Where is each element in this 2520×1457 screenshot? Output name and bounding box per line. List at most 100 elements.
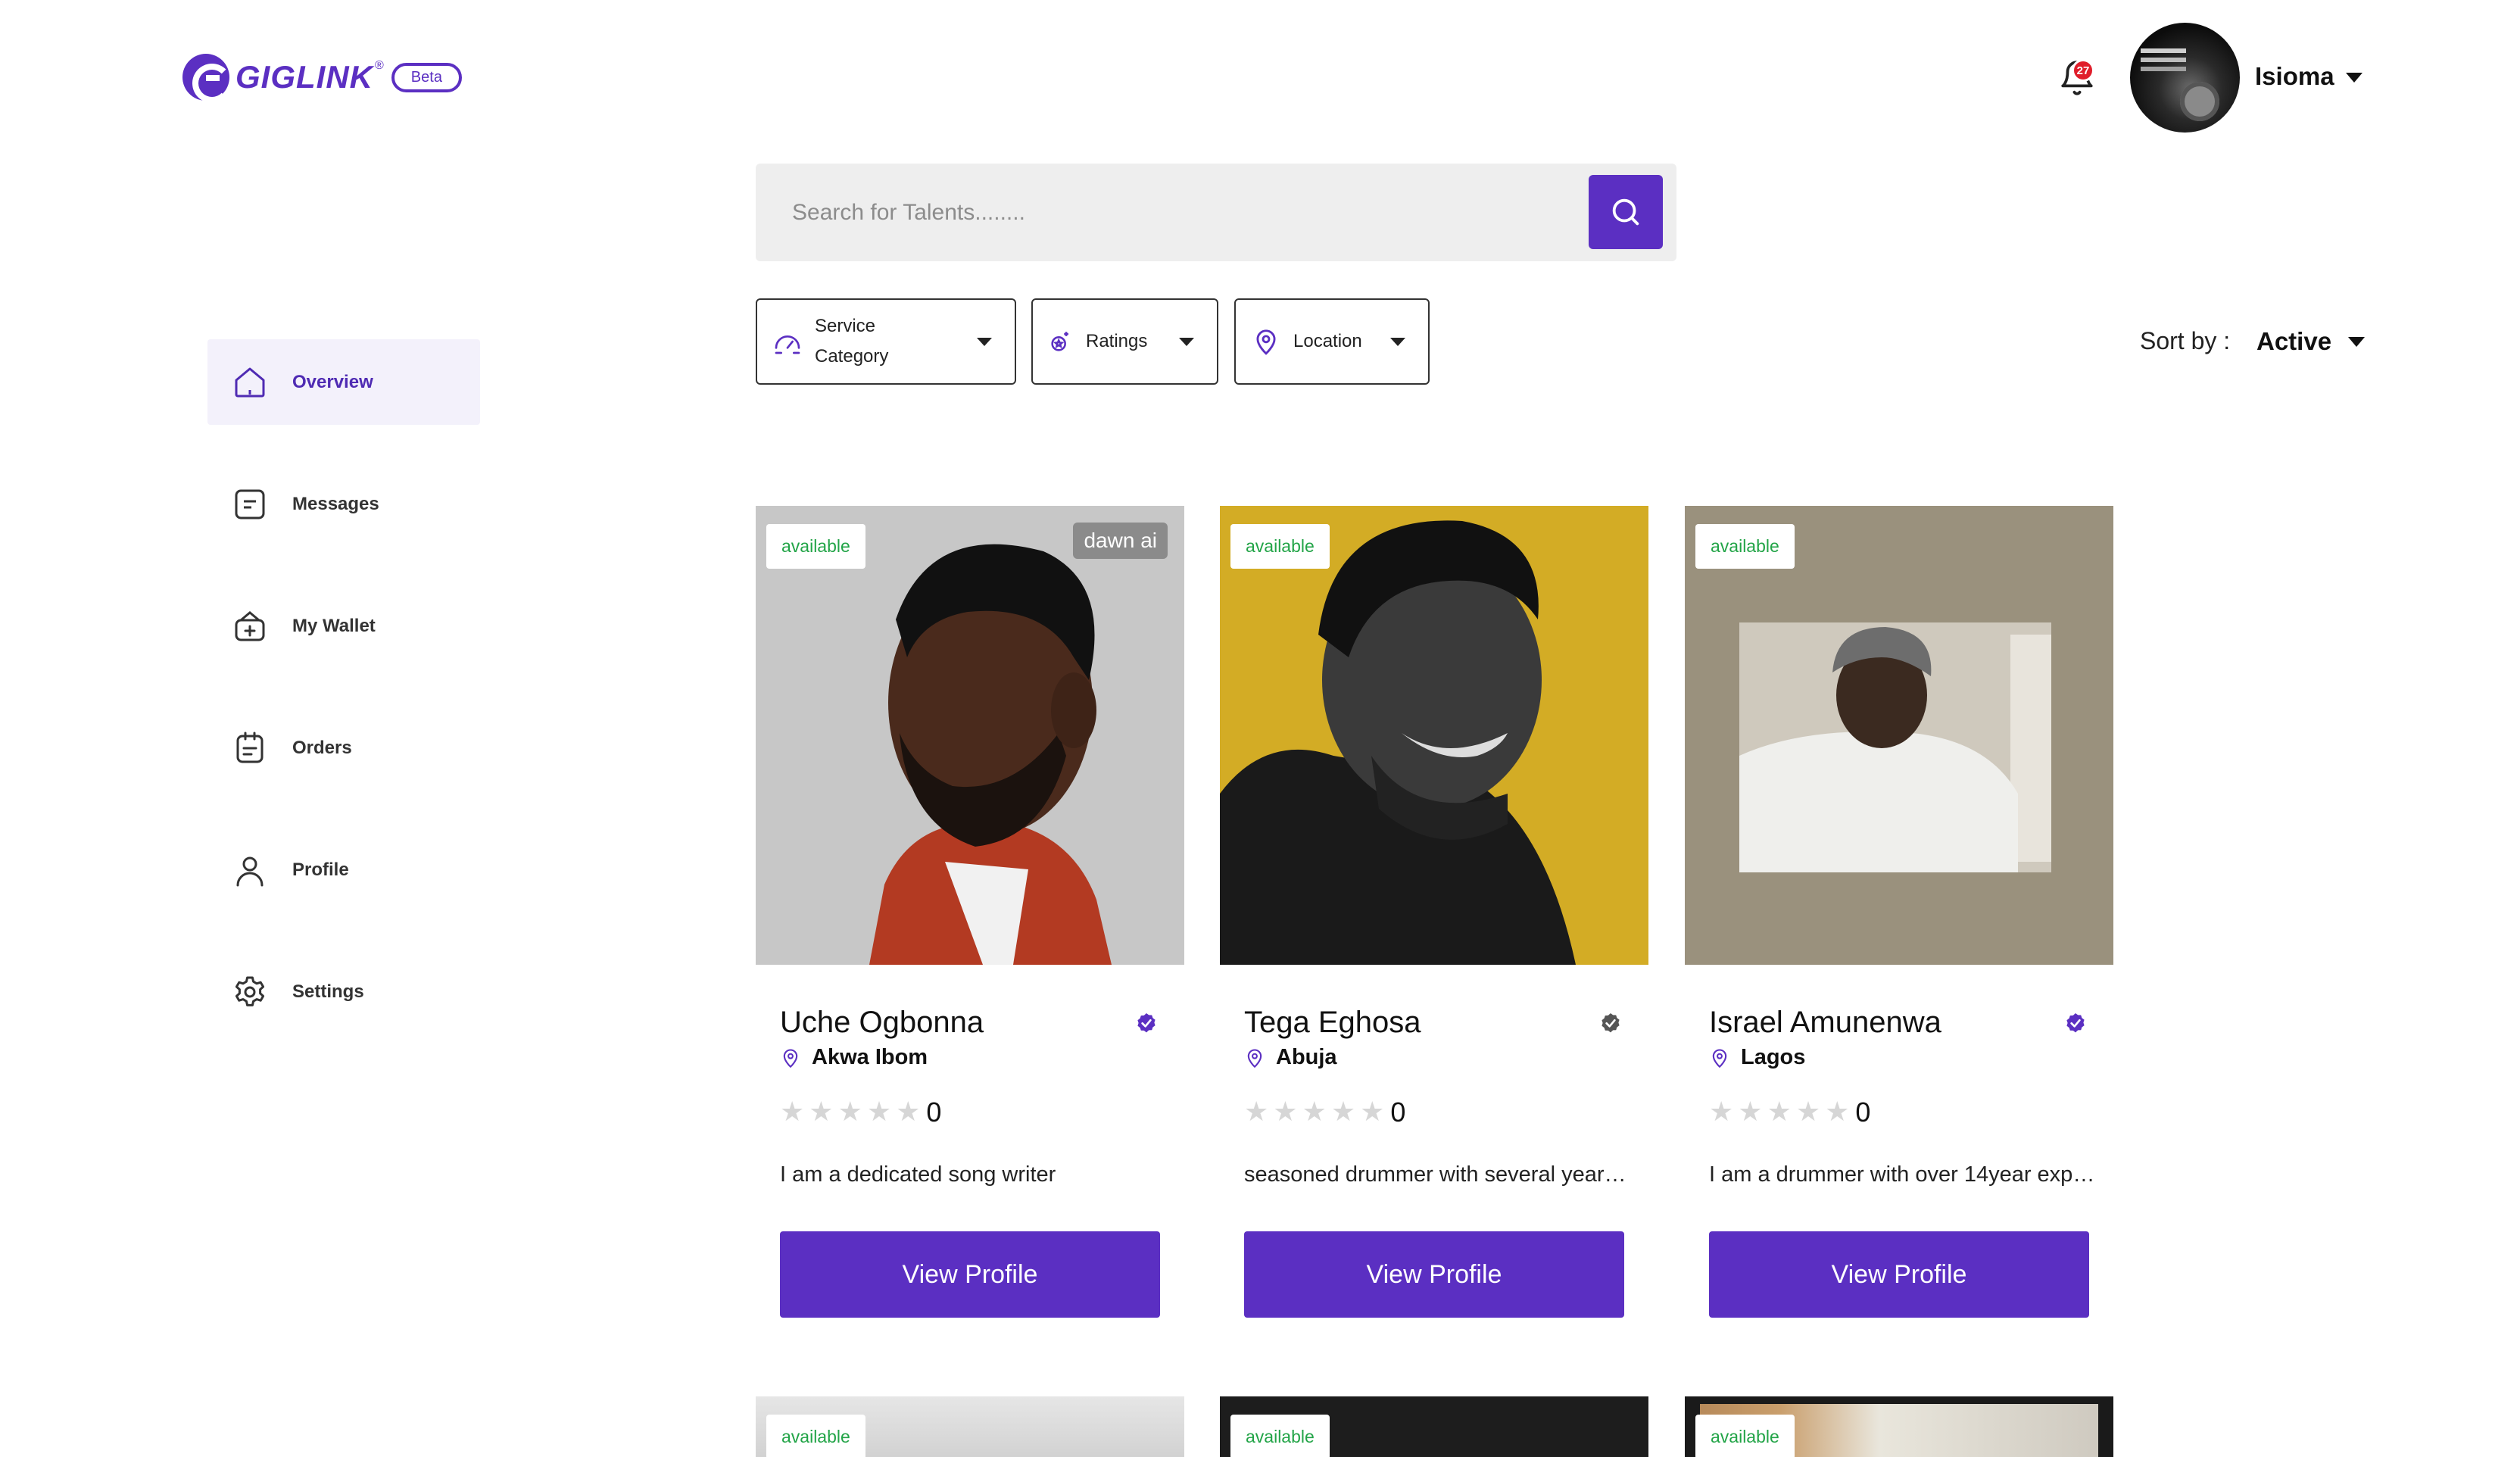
talent-photo: available: [756, 1396, 1184, 1457]
verified-badge-icon: [1137, 1013, 1156, 1033]
star-icon: ★: [1738, 1097, 1763, 1128]
talent-location-label: Lagos: [1741, 1045, 1806, 1069]
filter-ratings[interactable]: Ratings: [1031, 298, 1218, 385]
talent-description: seasoned drummer with several years of e…: [1244, 1162, 1630, 1187]
star-icon: ★: [780, 1097, 805, 1128]
messages-icon: [235, 489, 265, 519]
giglink-logo-icon: [182, 54, 232, 103]
talent-location: Akwa Ibom: [780, 1045, 928, 1070]
talent-photo: available: [1220, 1396, 1648, 1457]
filter-label: Service Category: [815, 316, 889, 367]
sort-select[interactable]: Active: [2256, 327, 2331, 356]
user-menu-chevron-down-icon[interactable]: [2346, 73, 2362, 83]
user-avatar[interactable]: [2130, 23, 2240, 133]
home-icon: [235, 367, 265, 397]
star-rating: ★ ★ ★ ★ ★ 0: [780, 1097, 941, 1128]
filter-label: Location: [1293, 331, 1362, 351]
brand-name: GIGLINK: [235, 59, 373, 95]
talent-name: Tega Eghosa: [1244, 1006, 1421, 1039]
talent-photo: available: [1220, 506, 1648, 965]
talent-card: available: [1220, 1396, 1648, 1457]
talent-location: Abuja: [1244, 1045, 1337, 1070]
speedometer-icon: [775, 335, 800, 354]
location-pin-icon: [783, 1049, 798, 1068]
rating-count: 0: [1390, 1097, 1406, 1128]
notification-count-badge: 27: [2072, 59, 2094, 82]
wallet-icon: [235, 610, 265, 641]
talent-portrait-image: [1685, 506, 2113, 965]
brand-registered-mark: ®: [375, 59, 384, 72]
user-icon: [236, 856, 264, 886]
chevron-down-icon: [1390, 338, 1405, 346]
talent-location: Lagos: [1709, 1045, 1805, 1070]
star-icon: ★: [1360, 1097, 1385, 1128]
star-icon: ★: [1244, 1097, 1269, 1128]
search-icon: [1612, 198, 1639, 226]
ratings-icon: [1051, 332, 1068, 351]
watermark-label: dawn ai: [1073, 523, 1168, 559]
sidebar-item-profile[interactable]: Profile: [207, 827, 480, 913]
sidebar-item-label: Settings: [292, 981, 364, 1002]
talent-photo: available: [1685, 1396, 2113, 1457]
sidebar-item-overview[interactable]: Overview: [207, 339, 480, 425]
availability-badge: available: [1695, 1415, 1795, 1457]
availability-badge: available: [766, 524, 865, 569]
sidebar-item-label: Overview: [292, 371, 373, 392]
view-profile-button[interactable]: View Profile: [780, 1231, 1160, 1318]
sort-chevron-down-icon[interactable]: [2348, 337, 2365, 347]
sidebar-item-label: Profile: [292, 859, 349, 880]
star-icon: ★: [809, 1097, 834, 1128]
filter-service-category[interactable]: Service Category: [756, 298, 1016, 385]
talent-photo: available dawn ai: [756, 506, 1184, 965]
talent-photo: available: [1685, 506, 2113, 965]
sidebar-item-wallet[interactable]: My Wallet: [207, 583, 480, 669]
beta-badge: Beta: [391, 62, 462, 92]
star-rating: ★ ★ ★ ★ ★ 0: [1709, 1097, 1870, 1128]
location-pin-icon: [1256, 329, 1276, 355]
search-input[interactable]: [756, 164, 1573, 261]
username[interactable]: Isioma: [2255, 62, 2334, 91]
sidebar-item-label: Orders: [292, 737, 352, 758]
star-rating: ★ ★ ★ ★ ★ 0: [1244, 1097, 1405, 1128]
orders-icon: [236, 732, 264, 763]
talent-name: Israel Amunenwa: [1709, 1006, 1941, 1039]
sidebar-item-orders[interactable]: Orders: [207, 705, 480, 791]
talent-description: I am a dedicated song writer: [780, 1162, 1056, 1187]
sidebar-item-label: My Wallet: [292, 615, 376, 636]
talent-portrait-image: [756, 506, 1184, 965]
star-icon: ★: [1709, 1097, 1734, 1128]
chevron-down-icon: [1179, 338, 1194, 346]
star-icon: ★: [1273, 1097, 1298, 1128]
gear-icon: [235, 976, 265, 1006]
talent-name: Uche Ogbonna: [780, 1006, 984, 1039]
star-icon: ★: [1302, 1097, 1327, 1128]
star-icon: ★: [1795, 1097, 1821, 1128]
rating-count: 0: [1855, 1097, 1871, 1128]
availability-badge: available: [1230, 524, 1330, 569]
availability-badge: available: [766, 1415, 865, 1457]
filter-label: Ratings: [1086, 331, 1148, 351]
rating-count: 0: [926, 1097, 942, 1128]
availability-badge: available: [1230, 1415, 1330, 1457]
talent-location-label: Abuja: [1276, 1045, 1337, 1069]
search-button[interactable]: [1589, 175, 1663, 249]
star-icon: ★: [1330, 1097, 1356, 1128]
verified-badge-icon: [2066, 1013, 2085, 1033]
chevron-down-icon: [977, 338, 992, 346]
star-icon: ★: [1767, 1097, 1792, 1128]
talent-description: I am a drummer with over 14year experien…: [1709, 1162, 2095, 1187]
sidebar-item-settings[interactable]: Settings: [207, 949, 480, 1034]
filter-location[interactable]: Location: [1234, 298, 1430, 385]
star-icon: ★: [837, 1097, 862, 1128]
sidebar-item-label: Messages: [292, 493, 379, 514]
availability-badge: available: [1695, 524, 1795, 569]
sidebar-item-messages[interactable]: Messages: [207, 461, 480, 547]
view-profile-button[interactable]: View Profile: [1244, 1231, 1624, 1318]
location-pin-icon: [1712, 1049, 1727, 1068]
search-bar: [756, 164, 1676, 261]
view-profile-button[interactable]: View Profile: [1709, 1231, 2089, 1318]
giglink-logo[interactable]: GIGLINK ® Beta: [182, 53, 462, 103]
star-icon: ★: [1825, 1097, 1850, 1128]
location-pin-icon: [1247, 1049, 1262, 1068]
star-icon: ★: [866, 1097, 892, 1128]
